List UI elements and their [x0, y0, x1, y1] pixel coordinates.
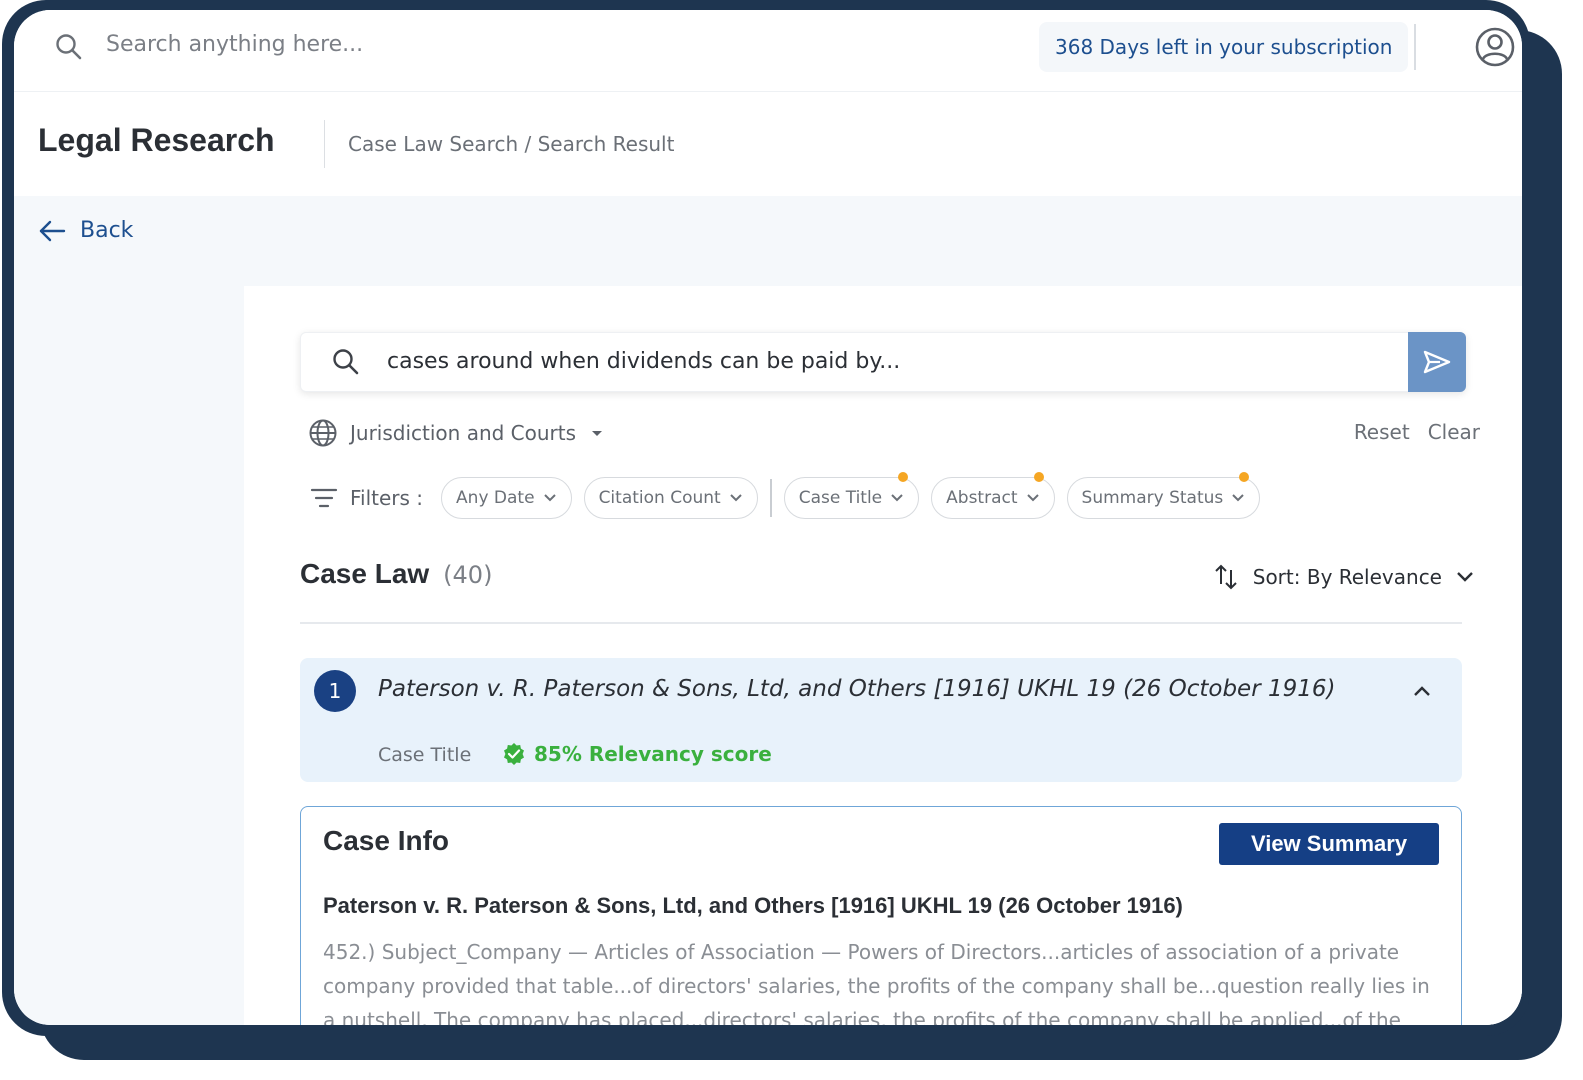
view-summary-button[interactable]: View Summary — [1219, 823, 1439, 865]
case-info-title: Paterson v. R. Paterson & Sons, Ltd, and… — [323, 893, 1183, 918]
filter-chip-citation-count[interactable]: Citation Count — [583, 477, 758, 519]
jurisdiction-label: Jurisdiction and Courts — [350, 421, 577, 445]
top-bar: Search anything here... 368 Days left in… — [14, 10, 1522, 92]
global-search-input[interactable]: Search anything here... — [106, 32, 363, 57]
results-divider — [300, 622, 1462, 624]
chip-label: Case Title — [798, 488, 883, 508]
filter-bar: Filters : Any Date Citation Count Case T… — [310, 472, 1272, 520]
case-info-card: Case Info View Summary Paterson v. R. Pa… — [300, 806, 1462, 1025]
chevron-down-icon — [1026, 494, 1039, 502]
chevron-down-icon — [543, 494, 556, 502]
clear-button[interactable]: Clear — [1428, 420, 1480, 444]
sort-label: Sort: By Relevance — [1252, 565, 1442, 589]
chip-label: Abstract — [946, 488, 1018, 508]
result-title[interactable]: Paterson v. R. Paterson & Sons, Ltd, and… — [378, 676, 1335, 702]
filter-actions: Reset Clear — [1354, 420, 1480, 444]
chevron-up-icon[interactable] — [1412, 684, 1432, 698]
page-title: Legal Research — [38, 122, 275, 158]
active-filter-dot — [1239, 472, 1250, 482]
arrow-left-icon — [39, 220, 66, 241]
relevancy-text: 85% Relevancy score — [534, 742, 772, 766]
jurisdiction-dropdown[interactable]: Jurisdiction and Courts — [308, 418, 606, 448]
subscription-badge: 368 Days left in your subscription — [1039, 22, 1409, 72]
filters-label-group: Filters : — [310, 486, 423, 510]
filter-chip-abstract[interactable]: Abstract — [931, 472, 1055, 519]
page-header: Legal Research Case Law Search / Search … — [14, 92, 1522, 196]
back-label: Back — [80, 218, 134, 243]
reset-button[interactable]: Reset — [1354, 420, 1410, 444]
caret-down-icon — [592, 431, 603, 436]
back-button[interactable]: Back — [38, 218, 133, 243]
chip-label: Citation Count — [598, 488, 721, 508]
sort-dropdown[interactable]: Sort: By Relevance — [1213, 562, 1474, 592]
query-input[interactable]: cases around when dividends can be paid … — [387, 349, 900, 374]
app-screen: Search anything here... 368 Days left in… — [14, 10, 1522, 1025]
breadcrumb[interactable]: Case Law Search / Search Result — [348, 132, 674, 156]
case-info-heading: Case Info — [323, 825, 450, 856]
globe-icon — [309, 419, 337, 447]
chip-label: Summary Status — [1081, 488, 1224, 508]
filter-chip-summary-status[interactable]: Summary Status — [1066, 472, 1261, 519]
device-frame: Search anything here... 368 Days left in… — [2, 0, 1530, 1036]
chevron-down-icon — [1457, 572, 1473, 582]
query-search-box[interactable]: cases around when dividends can be paid … — [300, 332, 1466, 392]
topbar-divider — [1414, 24, 1416, 70]
active-filter-dot — [1033, 472, 1044, 482]
result-item[interactable]: 1 Paterson v. R. Paterson & Sons, Ltd, a… — [300, 658, 1462, 782]
filters-label: Filters : — [350, 486, 424, 510]
results-count: (40) — [443, 561, 493, 589]
relevancy-score: 85% Relevancy score — [502, 742, 772, 766]
verified-badge-icon — [504, 743, 524, 765]
active-filter-dot — [898, 472, 909, 482]
filter-separator — [769, 479, 772, 517]
main-area: Back cases around when dividends can be … — [14, 196, 1522, 1025]
filter-chip-any-date[interactable]: Any Date — [441, 477, 572, 519]
send-button[interactable] — [1408, 332, 1466, 392]
header-divider — [324, 120, 325, 168]
results-heading: Case Law — [300, 558, 430, 589]
search-icon[interactable] — [54, 32, 84, 62]
send-icon — [1423, 350, 1451, 374]
chip-label: Any Date — [456, 488, 535, 508]
chevron-down-icon — [729, 494, 742, 502]
results-header: Case Law (40) — [300, 558, 492, 590]
case-info-abstract: 452.) Subject_Company — Articles of Asso… — [323, 940, 1430, 1025]
chevron-down-icon — [1232, 494, 1244, 502]
result-number: 1 — [314, 670, 356, 712]
sort-arrows-icon — [1215, 564, 1237, 590]
search-icon — [333, 349, 359, 375]
filter-chip-case-title[interactable]: Case Title — [783, 472, 920, 519]
match-label: Case Title — [378, 744, 472, 766]
results-panel: cases around when dividends can be paid … — [244, 286, 1522, 1025]
filter-icon — [310, 488, 338, 508]
chevron-down-icon — [891, 494, 903, 502]
user-circle-icon[interactable] — [1474, 26, 1516, 68]
